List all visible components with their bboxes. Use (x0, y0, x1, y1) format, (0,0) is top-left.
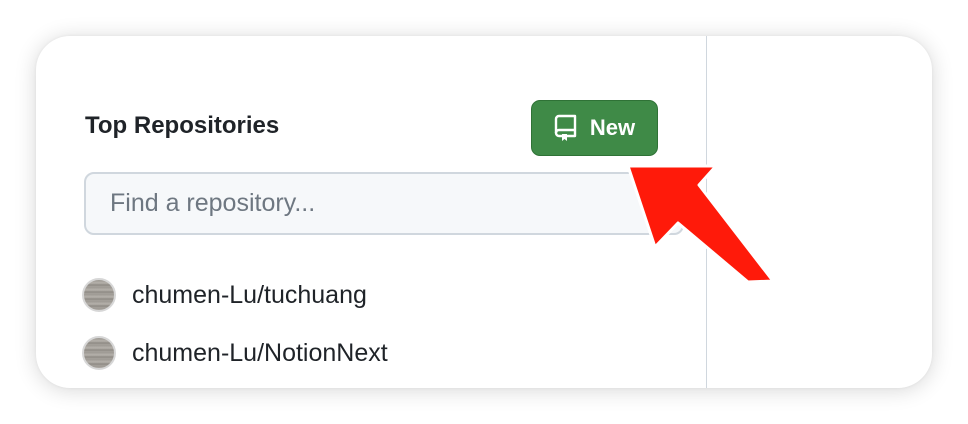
repository-item-tuchuang[interactable]: chumen-Lu/tuchuang (82, 266, 388, 324)
new-button-label: New (589, 115, 636, 140)
new-repository-button[interactable]: New (531, 100, 658, 156)
user-avatar (82, 278, 116, 312)
top-repositories-heading: Top Repositories (85, 112, 280, 139)
screenshot-stage: Top Repositories New chumen-Lu/tuchuang … (0, 0, 968, 424)
dashboard-card: Top Repositories New chumen-Lu/tuchuang … (36, 36, 932, 388)
repository-list: chumen-Lu/tuchuang chumen-Lu/NotionNext (82, 266, 388, 382)
repository-link[interactable]: chumen-Lu/tuchuang (132, 281, 367, 310)
repository-link[interactable]: chumen-Lu/NotionNext (132, 339, 388, 368)
repo-icon (554, 114, 577, 141)
find-repository-input[interactable] (84, 172, 684, 235)
user-avatar (82, 336, 116, 370)
repository-item-notionnext[interactable]: chumen-Lu/NotionNext (82, 324, 388, 382)
column-divider (706, 36, 707, 388)
